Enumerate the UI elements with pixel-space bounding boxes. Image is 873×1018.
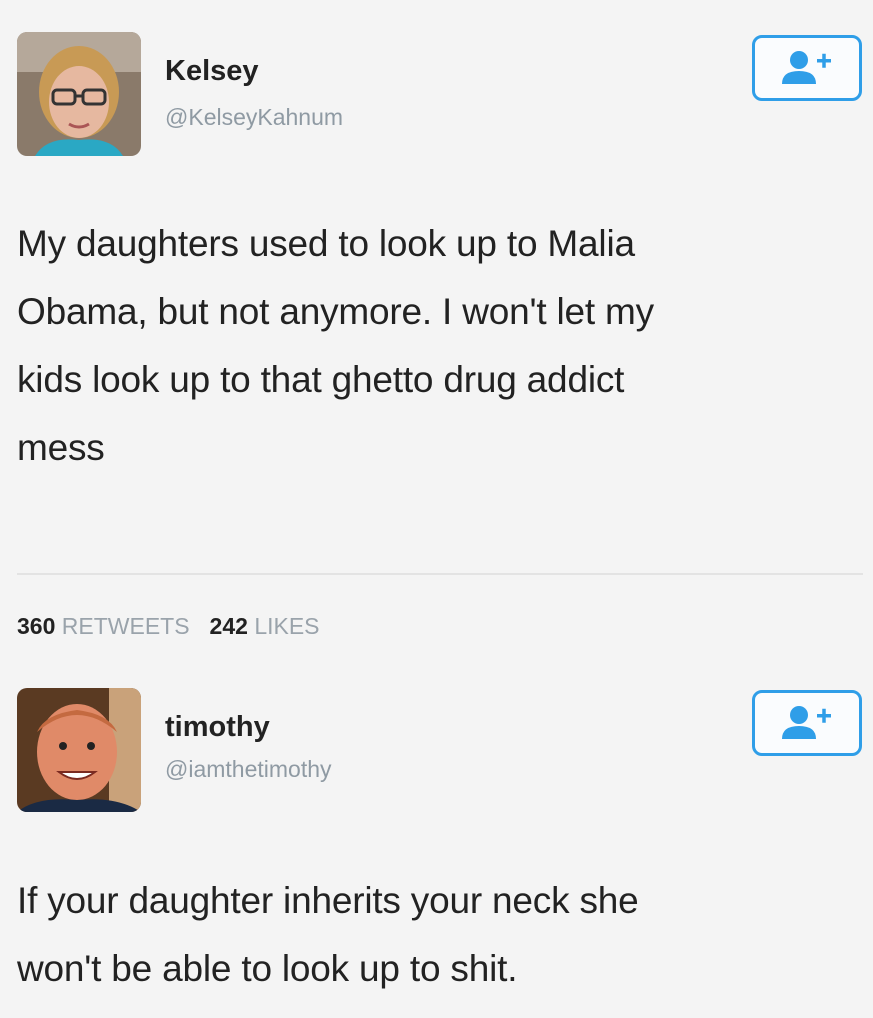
follow-button[interactable] <box>752 690 862 756</box>
follow-user-icon <box>782 51 831 84</box>
tweet-text-line: mess <box>17 427 105 468</box>
tweet-text-line: won't be able to look up to shit. <box>17 948 518 989</box>
follow-user-icon <box>782 706 831 739</box>
avatar-kelsey-image <box>17 32 141 156</box>
author-handle[interactable]: @KelseyKahnum <box>165 104 343 131</box>
likes-stat[interactable]: 242 LIKES <box>210 613 320 640</box>
tweet-text-line: kids look up to that ghetto drug addict <box>17 359 625 400</box>
tweet-text: My daughters used to look up to Malia Ob… <box>17 210 654 482</box>
tweet-stats: 360 RETWEETS 242 LIKES <box>17 613 320 640</box>
retweets-count: 360 <box>17 613 56 639</box>
avatar[interactable] <box>17 32 141 156</box>
avatar-timothy-image <box>17 688 141 812</box>
retweets-stat[interactable]: 360 RETWEETS <box>17 613 190 640</box>
likes-label: LIKES <box>254 613 320 639</box>
author-name[interactable]: Kelsey <box>165 55 259 88</box>
author-handle[interactable]: @iamthetimothy <box>165 756 332 783</box>
author-name[interactable]: timothy <box>165 711 270 744</box>
divider <box>17 573 863 575</box>
tweet-text-line: Obama, but not anymore. I won't let my <box>17 291 654 332</box>
follow-button[interactable] <box>752 35 862 101</box>
tweet-text-line: If your daughter inherits your neck she <box>17 880 639 921</box>
tweet-text-line: My daughters used to look up to Malia <box>17 223 635 264</box>
likes-count: 242 <box>209 613 248 639</box>
avatar[interactable] <box>17 688 141 812</box>
tweet-text: If your daughter inherits your neck she … <box>17 867 639 1003</box>
retweets-label: RETWEETS <box>61 613 190 639</box>
